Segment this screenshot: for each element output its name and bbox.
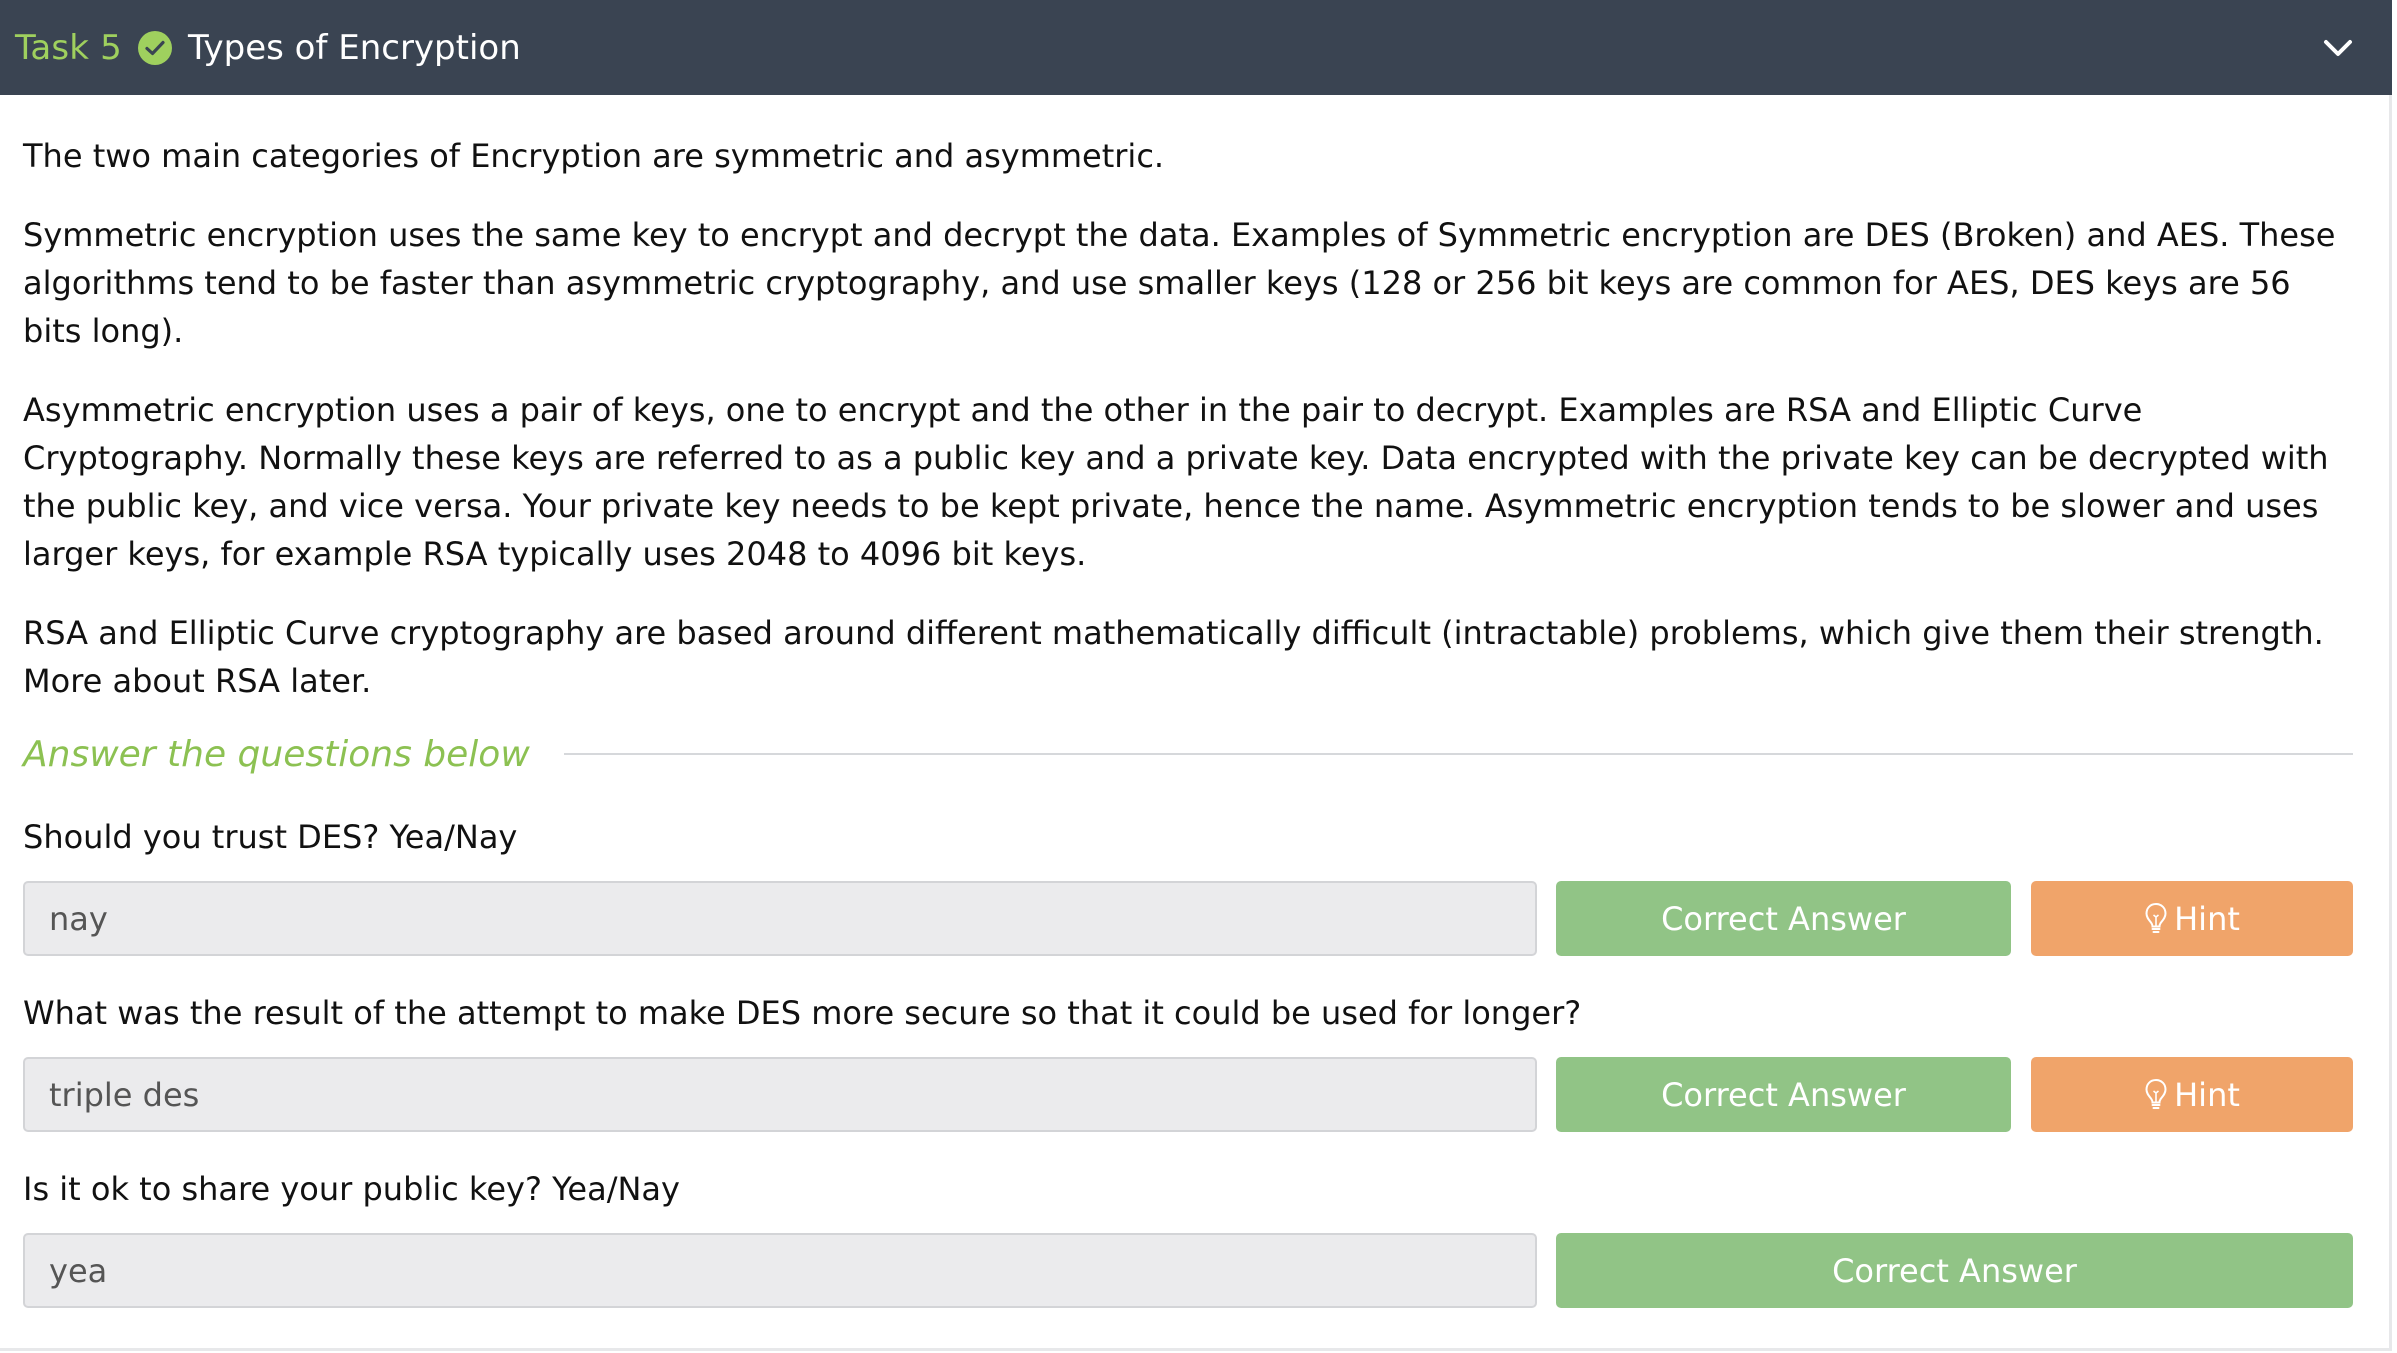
lightbulb-icon: [2145, 902, 2167, 933]
task-content: The two main categories of Encryption ar…: [23, 132, 2353, 736]
correct-answer-button[interactable]: Correct Answer: [1556, 1057, 2011, 1132]
hint-label: Hint: [2174, 899, 2240, 938]
hint-button[interactable]: Hint: [2031, 881, 2353, 956]
question-label: What was the result of the attempt to ma…: [23, 994, 1582, 1032]
lightbulb-icon: [2145, 1078, 2167, 1109]
correct-answer-button[interactable]: Correct Answer: [1556, 881, 2011, 956]
answer-input[interactable]: [23, 1057, 1537, 1132]
correct-answer-button[interactable]: Correct Answer: [1556, 1233, 2353, 1308]
paragraph: Symmetric encryption uses the same key t…: [23, 216, 2336, 350]
task-panel: Task 5 Types of Encryption The two main …: [0, 0, 2392, 1351]
chevron-down-icon[interactable]: [2320, 30, 2356, 66]
question-label: Should you trust DES? Yea/Nay: [23, 818, 518, 856]
hint-button[interactable]: Hint: [2031, 1057, 2353, 1132]
answer-input[interactable]: [23, 881, 1537, 956]
paragraph: The two main categories of Encryption ar…: [23, 137, 1165, 175]
hint-label: Hint: [2174, 1075, 2240, 1114]
check-circle-icon: [138, 30, 173, 65]
question-label: Is it ok to share your public key? Yea/N…: [23, 1170, 680, 1208]
task-title: Types of Encryption: [188, 27, 521, 68]
questions-section-header: Answer the questions below: [23, 728, 2353, 780]
paragraph: RSA and Elliptic Curve cryptography are …: [23, 614, 2324, 700]
divider: [563, 753, 2353, 755]
task-number: Task 5: [15, 27, 123, 68]
task-header[interactable]: Task 5 Types of Encryption: [0, 0, 2392, 95]
paragraph: Asymmetric encryption uses a pair of key…: [23, 391, 2329, 573]
questions-heading: Answer the questions below: [23, 733, 530, 775]
answer-input[interactable]: [23, 1233, 1537, 1308]
